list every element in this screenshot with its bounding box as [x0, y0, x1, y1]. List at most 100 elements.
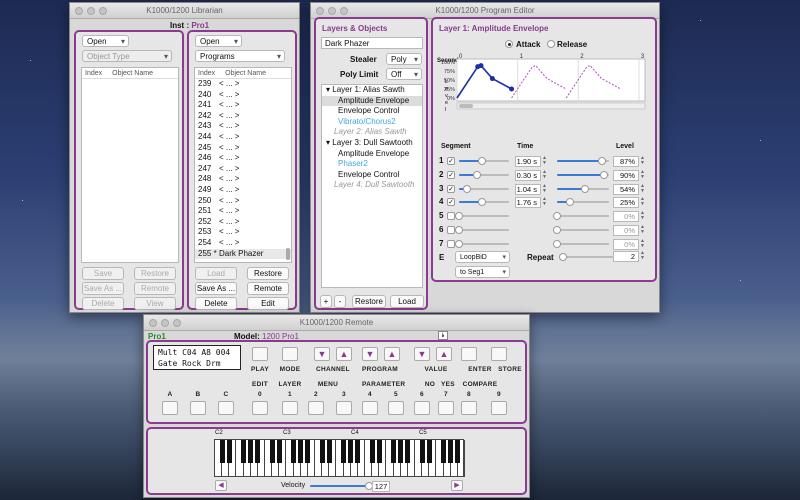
level-stepper[interactable]: ▲ ▼ [640, 169, 645, 181]
play-button[interactable] [252, 347, 268, 361]
list-item[interactable]: 244 < ... > [195, 132, 291, 143]
segment-level-slider[interactable] [557, 198, 609, 207]
segment-time-slider[interactable] [459, 157, 509, 165]
layer-tree[interactable]: ▾ Layer 1: Alias Sawth Amplitude Envelope… [321, 84, 423, 288]
program-list[interactable]: Index Object Name 239 < ... >240 < ... >241… [194, 67, 292, 263]
enter-button[interactable] [461, 347, 477, 361]
list-item[interactable]: 250 < ... > [195, 196, 291, 207]
channel-up-button[interactable]: ▲ [336, 347, 352, 361]
attack-radio[interactable] [505, 40, 513, 48]
octave-down-button[interactable]: ◀ [215, 480, 227, 491]
segment-enable-checkbox[interactable]: ✓ [447, 157, 455, 165]
channel-down-button[interactable]: ▼ [314, 347, 330, 361]
envelope-point[interactable] [478, 63, 484, 69]
segment-time-slider[interactable] [459, 198, 509, 207]
list-item[interactable]: 255 * Dark Phazer [195, 248, 291, 260]
graph-scroll-thumb[interactable] [459, 104, 473, 108]
tree-item[interactable]: Envelope Control [322, 106, 422, 117]
panel-key-4[interactable] [362, 401, 378, 415]
repeat-stepper[interactable]: ▲ ▼ [640, 251, 645, 262]
list-item[interactable]: 254 < ... > [195, 238, 291, 249]
black-key[interactable] [398, 440, 404, 463]
black-key[interactable] [348, 440, 354, 463]
segment-level-slider[interactable] [553, 239, 609, 248]
list-item[interactable]: 241 < ... > [195, 100, 291, 111]
restore-button[interactable]: Restore [352, 295, 386, 308]
black-key[interactable] [405, 440, 411, 463]
list-item[interactable]: 247 < ... > [195, 164, 291, 175]
level-stepper[interactable]: ▲ ▼ [640, 197, 645, 208]
octave-up-button[interactable]: ▶ [451, 480, 463, 491]
load-button[interactable]: Load [390, 295, 424, 308]
release-radio[interactable] [547, 40, 555, 48]
list-item[interactable]: 248 < ... > [195, 174, 291, 185]
loop-dropdown[interactable]: LoopBiD [455, 251, 510, 263]
segment-time-value[interactable]: 0.30 s [515, 169, 541, 181]
black-key[interactable] [226, 440, 232, 463]
value-down-button[interactable]: ▼ [414, 347, 430, 361]
black-key[interactable] [276, 440, 282, 463]
panel-key-7[interactable] [438, 401, 454, 415]
flat-sharp-toggle[interactable]: ♭ [438, 331, 448, 340]
layer-item[interactable]: Layer 2: Alias Sawth [322, 127, 422, 138]
level-stepper[interactable]: ▲ ▼ [640, 225, 645, 236]
programs-dropdown[interactable]: Programs [195, 50, 285, 62]
object-type-dropdown[interactable]: Object Type [82, 50, 172, 62]
remove-layer-button[interactable]: - [334, 295, 346, 308]
panel-key-a[interactable] [162, 401, 178, 415]
level-stepper[interactable]: ▲ ▼ [640, 156, 645, 167]
segment-level-value[interactable]: 87% [613, 156, 639, 167]
panel-key-1[interactable] [282, 401, 298, 415]
minimize-button[interactable] [161, 319, 169, 327]
layer-item[interactable]: Layer 4: Dull Sawtooth [322, 180, 422, 191]
segment-level-slider[interactable] [557, 157, 609, 165]
remote-button[interactable]: Remote [134, 282, 176, 295]
segment-level-value[interactable]: 0% [613, 211, 639, 223]
piano-keyboard[interactable] [214, 439, 465, 477]
panel-key-9[interactable] [491, 401, 507, 415]
minimize-button[interactable] [87, 7, 95, 15]
panel-key-c[interactable] [218, 401, 234, 415]
restore-button[interactable]: Restore [247, 267, 289, 280]
load-button[interactable]: Load [195, 267, 237, 280]
velocity-value[interactable]: 127 [372, 481, 390, 492]
black-key[interactable] [319, 440, 325, 463]
panel-key-3[interactable] [336, 401, 352, 415]
list-item[interactable]: 246 < ... > [195, 153, 291, 164]
segment-enable-checkbox[interactable] [447, 212, 455, 221]
time-stepper[interactable]: ▲ ▼ [542, 169, 547, 181]
list-item[interactable]: 249 < ... > [195, 185, 291, 196]
list-item[interactable]: 251 < ... > [195, 206, 291, 217]
zoom-button[interactable] [99, 7, 107, 15]
level-stepper[interactable]: ▲ ▼ [640, 183, 645, 195]
segment-enable-checkbox[interactable] [447, 239, 455, 248]
open-dropdown-left[interactable]: Open [82, 35, 129, 47]
segment-enable-checkbox[interactable]: ✓ [447, 198, 455, 207]
close-button[interactable] [75, 7, 83, 15]
edit-button[interactable]: Edit [247, 297, 289, 310]
segment-level-value[interactable]: 90% [613, 169, 639, 181]
segment-level-slider[interactable] [553, 226, 609, 234]
time-stepper[interactable]: ▲ ▼ [542, 156, 547, 167]
segment-level-value[interactable]: 0% [613, 225, 639, 236]
segment-time-value[interactable]: 1.04 s [515, 183, 541, 195]
envelope-graph[interactable]: 0 1 2 3100%75%50%25%0% [433, 51, 655, 131]
tree-item[interactable]: Phaser2 [322, 159, 422, 170]
panel-key-5[interactable] [388, 401, 404, 415]
remote-button[interactable]: Remote [247, 282, 289, 295]
list-item[interactable]: 252 < ... > [195, 217, 291, 228]
restore-button[interactable]: Restore [134, 267, 176, 280]
zoom-button[interactable] [173, 319, 181, 327]
save-as-button[interactable]: Save As ... [195, 282, 237, 295]
layer-item[interactable]: ▾ Layer 1: Alias Sawth [322, 85, 422, 96]
segment-time-slider[interactable] [455, 239, 509, 248]
delete-button[interactable]: Delete [82, 297, 124, 310]
velocity-slider[interactable] [310, 482, 373, 490]
delete-button[interactable]: Delete [195, 297, 237, 310]
black-key[interactable] [376, 440, 382, 463]
black-key[interactable] [305, 440, 311, 463]
value-up-button[interactable]: ▲ [436, 347, 452, 361]
save-button[interactable]: Save [82, 267, 124, 280]
segment-enable-checkbox[interactable]: ✓ [447, 184, 455, 193]
object-list-left[interactable]: Index Object Name [81, 67, 179, 263]
